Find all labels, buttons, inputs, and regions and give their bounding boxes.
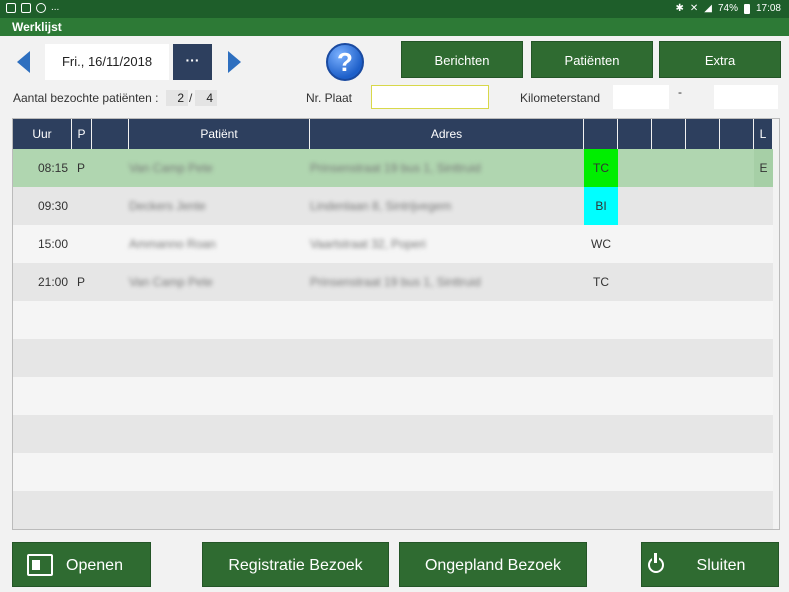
row-patient: Ammanno Roan bbox=[129, 237, 216, 251]
sluiten-button[interactable]: Sluiten bbox=[641, 542, 779, 587]
ongepland-bezoek-button[interactable]: Ongepland Bezoek bbox=[399, 542, 587, 587]
date-picker-button[interactable]: ··· bbox=[173, 44, 212, 80]
notification-icon bbox=[6, 2, 16, 13]
km-end-input[interactable] bbox=[714, 85, 778, 109]
count-separator: / bbox=[189, 91, 193, 105]
status-bar-notifications: ... bbox=[6, 2, 59, 13]
visited-patients-label: Aantal bezochte patiënten : bbox=[13, 91, 159, 105]
km-label: Kilometerstand bbox=[520, 91, 601, 105]
table-row[interactable]: 15:00 Ammanno Roan Vaartstraat 32, Poperi W… bbox=[13, 225, 773, 263]
window-title: Werklijst bbox=[0, 18, 789, 36]
row-patient: Van Camp Pete bbox=[129, 275, 213, 289]
previous-day-arrow-icon[interactable] bbox=[17, 51, 30, 73]
table-row[interactable] bbox=[13, 301, 773, 339]
worklist-table: Uur P Patiënt Adres L 08:15 P Van Camp Pet… bbox=[12, 118, 780, 530]
header-blank-6 bbox=[720, 119, 754, 149]
row-time: 08:15 bbox=[38, 161, 69, 175]
header-p[interactable]: P bbox=[72, 119, 92, 149]
km-dash: - bbox=[678, 85, 682, 99]
row-p bbox=[77, 187, 92, 225]
row-address: Prinsenstraat 19 bus 1, Sinttruid bbox=[310, 161, 481, 175]
status-bar-system: ✱ ✕ ◢ 74% 17:08 bbox=[675, 3, 781, 14]
table-row[interactable]: 08:15 P Van Camp Pete Prinsenstraat 19 bus … bbox=[13, 149, 773, 187]
row-patient: Van Camp Pete bbox=[129, 161, 213, 175]
battery-level: 74% bbox=[717, 3, 738, 14]
row-p bbox=[77, 225, 92, 263]
row-l: E bbox=[754, 149, 773, 187]
total-count: 4 bbox=[195, 90, 217, 106]
extra-button[interactable]: Extra bbox=[659, 41, 781, 78]
row-code: TC bbox=[593, 275, 609, 289]
clock: 17:08 bbox=[755, 3, 781, 14]
row-patient: Deckers Jente bbox=[129, 199, 206, 213]
plate-input[interactable] bbox=[371, 85, 489, 109]
visited-count: 2 bbox=[166, 90, 188, 106]
table-row[interactable] bbox=[13, 377, 773, 415]
mute-icon: ✕ bbox=[689, 3, 699, 14]
status-bar: ... ✱ ✕ ◢ 74% 17:08 bbox=[0, 0, 789, 18]
row-address: Prinsenstraat 19 bus 1, Sinttruid bbox=[310, 275, 481, 289]
more-notifications: ... bbox=[51, 2, 60, 13]
patienten-button[interactable]: Patiënten bbox=[531, 41, 653, 78]
power-icon bbox=[648, 553, 664, 573]
row-time: 15:00 bbox=[38, 237, 69, 251]
table-row[interactable]: 09:30 Deckers Jente Lindenlaan 8, Sintrijv… bbox=[13, 187, 773, 225]
sluiten-label: Sluiten bbox=[696, 557, 746, 574]
header-blank-1 bbox=[92, 119, 129, 149]
header-blank-5 bbox=[686, 119, 720, 149]
row-l bbox=[754, 263, 773, 301]
row-address: Lindenlaan 8, Sintrijvegem bbox=[310, 199, 452, 213]
date-field[interactable]: Fri., 16/11/2018 bbox=[45, 44, 169, 80]
row-p: P bbox=[77, 275, 86, 289]
table-header: Uur P Patiënt Adres L bbox=[13, 119, 779, 149]
help-icon[interactable]: ? bbox=[326, 43, 364, 81]
header-uur[interactable]: Uur bbox=[13, 119, 72, 149]
signal-icon: ◢ bbox=[704, 3, 712, 14]
openen-label: Openen bbox=[66, 557, 123, 574]
row-code: BI bbox=[584, 187, 618, 225]
header-blank-3 bbox=[618, 119, 652, 149]
table-row[interactable] bbox=[13, 453, 773, 491]
header-blank-2 bbox=[584, 119, 618, 149]
battery-icon bbox=[743, 3, 750, 14]
row-time: 09:30 bbox=[38, 199, 69, 213]
row-address: Vaartstraat 32, Poperi bbox=[310, 237, 426, 251]
registratie-bezoek-button[interactable]: Registratie Bezoek bbox=[202, 542, 389, 587]
row-time: 21:00 bbox=[38, 275, 69, 289]
row-code: TC bbox=[584, 149, 618, 187]
row-l bbox=[754, 225, 773, 263]
plate-label: Nr. Plaat bbox=[306, 91, 353, 105]
header-adres[interactable]: Adres bbox=[310, 119, 584, 149]
row-code: WC bbox=[591, 237, 611, 251]
header-l[interactable]: L bbox=[754, 119, 773, 149]
openen-button[interactable]: Openen bbox=[12, 542, 151, 587]
sync-icon bbox=[36, 2, 46, 13]
patient-card-icon bbox=[27, 554, 53, 576]
table-row[interactable] bbox=[13, 415, 773, 453]
table-row[interactable] bbox=[13, 339, 773, 377]
table-row[interactable] bbox=[13, 491, 773, 529]
header-patient[interactable]: Patiënt bbox=[129, 119, 310, 149]
row-p: P bbox=[77, 161, 86, 175]
km-start-input[interactable] bbox=[613, 85, 669, 109]
berichten-button[interactable]: Berichten bbox=[401, 41, 523, 78]
header-blank-4 bbox=[652, 119, 686, 149]
row-l bbox=[754, 187, 773, 225]
bluetooth-icon: ✱ bbox=[675, 3, 684, 14]
table-row[interactable]: 21:00 P Van Camp Pete Prinsenstraat 19 bus … bbox=[13, 263, 773, 301]
next-day-arrow-icon[interactable] bbox=[228, 51, 241, 73]
play-icon bbox=[21, 2, 31, 13]
